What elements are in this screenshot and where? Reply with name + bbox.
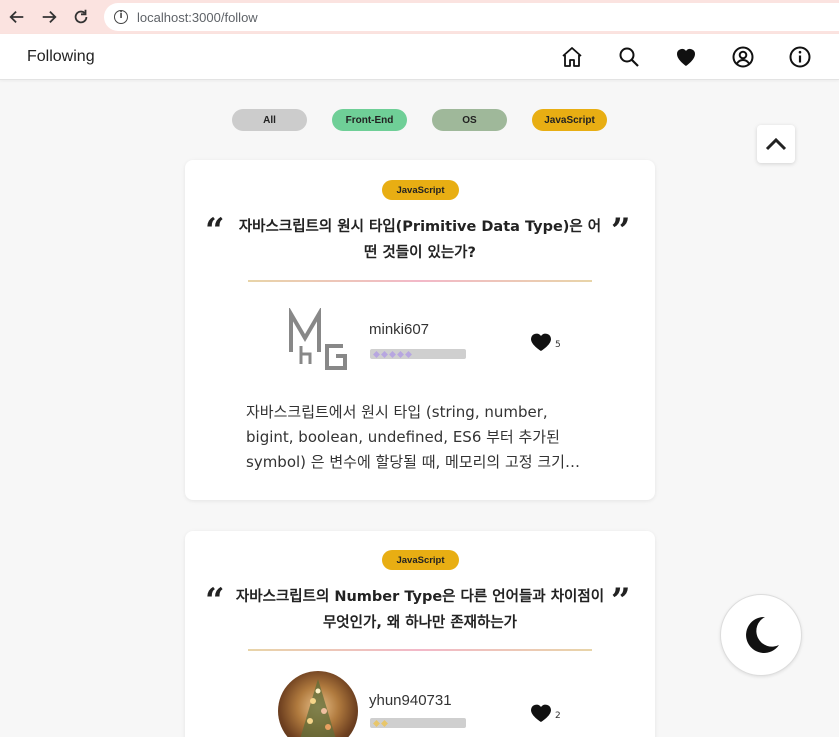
info-icon[interactable]: i [114,10,128,24]
filter-os[interactable]: OS [432,109,507,131]
heart-icon[interactable] [674,45,698,69]
level-bar [370,718,466,728]
divider [248,649,592,651]
scroll-top-button[interactable] [757,125,795,163]
divider [248,280,592,282]
post-excerpt: 자바스크립트에서 원시 타입 (string, number, bigint, … [246,403,580,471]
address-bar[interactable]: i localhost:3000/follow [104,3,839,31]
arrow-right-icon [42,10,57,24]
quote-close-icon: ” [611,581,631,621]
avatar [285,306,355,372]
quote-open-icon: “ [205,581,225,621]
heart-icon [531,333,551,351]
arrow-left-icon [9,10,24,24]
dark-mode-toggle[interactable] [720,594,802,676]
app-header: Following [0,34,839,80]
forward-button[interactable] [38,6,60,28]
reload-icon [74,9,88,24]
heart-icon [531,704,551,722]
filter-javascript[interactable]: JavaScript [532,109,607,131]
filter-all[interactable]: All [232,109,307,131]
home-icon[interactable] [560,45,584,69]
moon-icon [746,616,779,653]
filter-front-end[interactable]: Front-End [332,109,407,131]
quote-open-icon: “ [205,211,225,251]
chevron-up-icon [765,137,787,151]
user-circle-icon[interactable] [731,45,755,69]
page-title: Following [27,48,95,65]
like-button[interactable]: 5 [529,330,561,352]
quote-close-icon: ” [611,211,631,251]
like-count: 2 [555,711,561,721]
reload-button[interactable] [70,6,92,28]
like-button[interactable]: 2 [529,701,561,723]
post-title[interactable]: 자바스크립트의 원시 타입(Primitive Data Type)은 어떤 것… [235,214,605,266]
post-tag[interactable]: JavaScript [382,550,459,570]
like-count: 5 [555,340,561,350]
post-title[interactable]: 자바스크립트의 Number Type은 다른 언어들과 차이점이 무엇인가, … [235,584,605,636]
author-name[interactable]: minki607 [369,321,429,338]
url-text: localhost:3000/follow [137,9,258,25]
search-icon[interactable] [617,45,641,69]
post-card[interactable]: JavaScript “ ” 자바스크립트의 원시 타입(Primitive D… [185,160,655,500]
author-name[interactable]: yhun940731 [369,692,452,709]
avatar [278,671,358,737]
post-tag[interactable]: JavaScript [382,180,459,200]
level-bar [370,349,466,359]
info-circle-icon[interactable] [788,45,812,69]
browser-toolbar: i localhost:3000/follow [0,0,839,34]
back-button[interactable] [6,6,28,28]
post-card[interactable]: JavaScript “ ” 자바스크립트의 Number Type은 다른 언… [185,531,655,737]
